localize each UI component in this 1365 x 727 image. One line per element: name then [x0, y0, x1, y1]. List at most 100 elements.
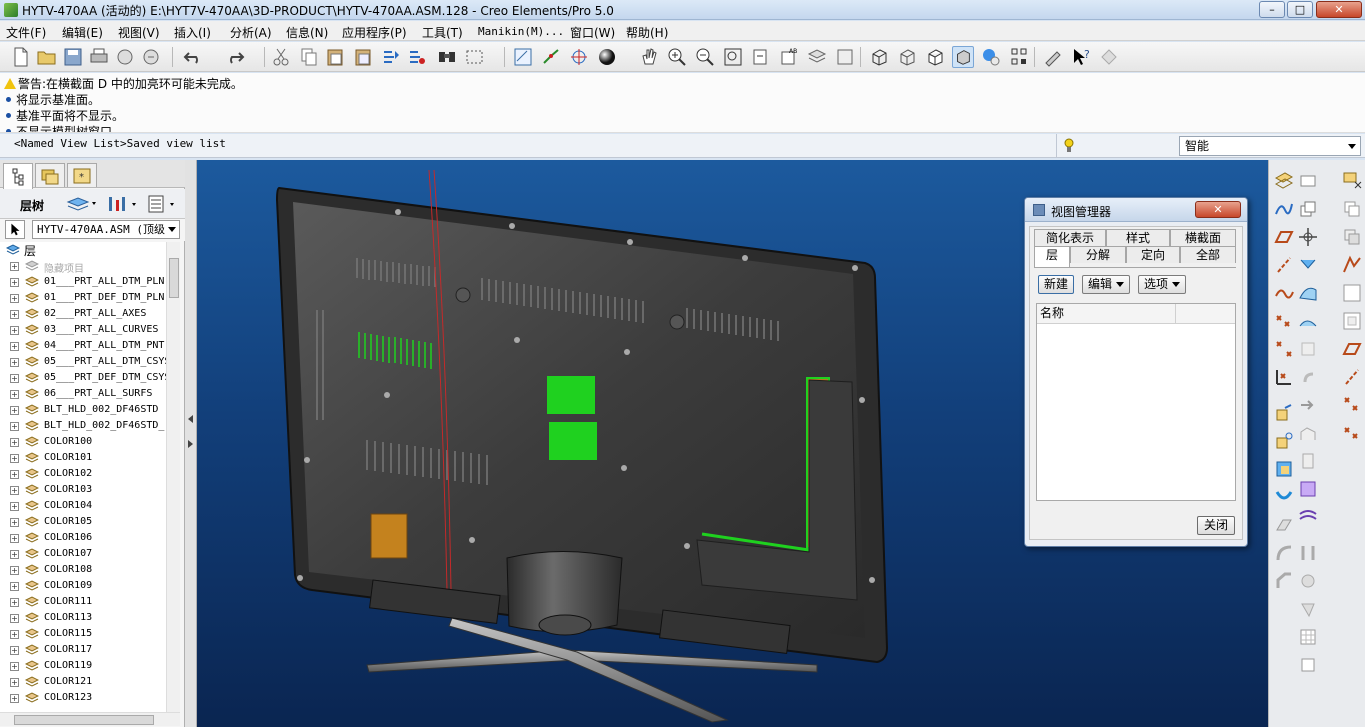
expand-icon[interactable]: + — [10, 534, 19, 543]
hidden-line-icon[interactable] — [896, 46, 918, 68]
dialog-close-button[interactable]: ✕ — [1195, 201, 1241, 218]
move-icon[interactable] — [1297, 226, 1319, 248]
layer-tree-row[interactable]: + COLOR117 — [0, 642, 166, 658]
layer-tree-row[interactable]: +01___PRT_DEF_DTM_PLN — [0, 290, 166, 306]
offset-point-icon[interactable] — [1273, 338, 1295, 360]
layer-tree-row[interactable]: + COLOR119 — [0, 658, 166, 674]
minimize-button[interactable]: – — [1259, 1, 1285, 18]
menu-help[interactable]: 帮助(H) — [626, 24, 668, 41]
tab-model-tree[interactable] — [3, 163, 33, 189]
close-button[interactable]: 关闭 — [1197, 516, 1235, 535]
sweep-icon[interactable] — [1273, 458, 1295, 480]
refit-icon[interactable] — [722, 46, 744, 68]
datum-axes-icon[interactable] — [540, 46, 562, 68]
layer-tree-row[interactable]: +02___PRT_ALL_AXES — [0, 306, 166, 322]
rib-icon[interactable] — [1297, 366, 1319, 388]
annotation-icon[interactable] — [1042, 46, 1064, 68]
point-set-icon[interactable] — [1341, 394, 1363, 416]
pan-hand-icon[interactable] — [638, 46, 660, 68]
tab-style[interactable]: 样式 — [1106, 229, 1170, 246]
selection-filter-dropdown[interactable]: 智能 — [1179, 136, 1361, 156]
sketch-curve-icon[interactable] — [1273, 198, 1295, 220]
datum-display-icon[interactable] — [1008, 46, 1030, 68]
layer-tree-row[interactable]: +05___PRT_ALL_DTM_CSYS — [0, 354, 166, 370]
layer-tree-row[interactable]: + 隐藏项目 — [0, 258, 166, 275]
expand-icon[interactable]: + — [10, 438, 19, 447]
analysis-icon[interactable] — [1341, 254, 1363, 276]
menu-analysis[interactable]: 分析(A) — [230, 24, 272, 41]
layer-tree-row[interactable]: + COLOR105 — [0, 514, 166, 530]
layer-tree-row[interactable]: + COLOR102 — [0, 466, 166, 482]
layer-tree-row[interactable]: + BLT_HLD_002_DF46STD — [0, 402, 166, 418]
tab-favorites[interactable]: * — [67, 163, 97, 187]
expand-icon[interactable]: + — [10, 342, 19, 351]
menu-tools[interactable]: 工具(T) — [422, 24, 463, 41]
enhanced-realism-icon[interactable] — [980, 46, 1002, 68]
expand-icon[interactable]: + — [10, 454, 19, 463]
expand-icon[interactable]: + — [10, 518, 19, 527]
model-select-dropdown[interactable]: HYTV-470AA.ASM (顶级 — [32, 220, 180, 239]
layer-tree-row[interactable]: +01___PRT_ALL_DTM_PLN — [0, 274, 166, 290]
select-box-icon[interactable] — [464, 46, 486, 68]
draft-icon[interactable] — [1297, 394, 1319, 416]
no-hidden-icon[interactable] — [924, 46, 946, 68]
context-help-icon[interactable]: ? — [1070, 46, 1092, 68]
datum-point-icon[interactable] — [1273, 310, 1295, 332]
expand-icon[interactable]: + — [10, 262, 19, 271]
layer-tree-row[interactable]: + COLOR107 — [0, 546, 166, 562]
scrollbar-thumb[interactable] — [14, 715, 154, 725]
named-view-list[interactable]: <Named View List>Saved view list — [14, 137, 226, 150]
shell-icon[interactable] — [1297, 338, 1319, 360]
round-icon[interactable] — [1273, 542, 1295, 564]
layer-tree-row[interactable]: + COLOR100 — [0, 434, 166, 450]
expand-icon[interactable]: + — [10, 326, 19, 335]
expand-icon[interactable]: + — [10, 374, 19, 383]
close-window-button[interactable]: ✕ — [1316, 1, 1362, 18]
split-icon[interactable] — [1297, 542, 1319, 564]
layer-settings-icon[interactable] — [146, 194, 180, 214]
scrollbar-thumb[interactable] — [169, 258, 179, 298]
layer-tools-icon[interactable] — [106, 194, 140, 214]
expand-icon[interactable]: + — [10, 566, 19, 575]
menu-view[interactable]: 视图(V) — [118, 24, 160, 41]
wireframe-icon[interactable] — [868, 46, 890, 68]
menu-window[interactable]: 窗口(W) — [570, 24, 615, 41]
open-folder-icon[interactable] — [36, 46, 58, 68]
copy-icon[interactable] — [298, 46, 320, 68]
hole-icon[interactable] — [1273, 514, 1295, 536]
tree-horizontal-scrollbar[interactable] — [0, 712, 180, 726]
expand-icon[interactable]: + — [10, 550, 19, 559]
menu-file[interactable]: 文件(F) — [6, 24, 46, 41]
tab-folder-browser[interactable] — [35, 163, 65, 187]
tab-all[interactable]: 全部 — [1180, 246, 1236, 263]
edit-dropdown-button[interactable]: 编辑 — [1082, 275, 1130, 294]
layer-tree-row[interactable]: + COLOR103 — [0, 482, 166, 498]
regenerate-icon[interactable] — [380, 46, 402, 68]
redo-icon[interactable] — [224, 46, 246, 68]
datum-axis-2-icon[interactable] — [1341, 366, 1363, 388]
layer-tree-row[interactable]: + COLOR115 — [0, 626, 166, 642]
view-manager-icon[interactable] — [834, 46, 856, 68]
layer-tree-row[interactable]: +06___PRT_ALL_SURFS — [0, 386, 166, 402]
collapse-left-icon[interactable] — [188, 415, 193, 423]
datum-plane-2-icon[interactable] — [1341, 310, 1363, 332]
expand-right-icon[interactable] — [188, 440, 193, 448]
section-icon[interactable] — [1341, 282, 1363, 304]
layer-tree-row[interactable]: + COLOR109 — [0, 578, 166, 594]
layer-tree-row[interactable]: + COLOR106 — [0, 530, 166, 546]
regenerate-manager-icon[interactable] — [406, 46, 428, 68]
frame-icon[interactable] — [1297, 654, 1319, 676]
panel-splitter[interactable] — [185, 160, 197, 727]
expand-icon[interactable]: + — [10, 486, 19, 495]
expand-icon[interactable]: + — [10, 422, 19, 431]
copy-feature-icon[interactable] — [1297, 198, 1319, 220]
chamfer-icon[interactable] — [1273, 570, 1295, 592]
zoom-in-icon[interactable] — [666, 46, 688, 68]
layer-display-icon[interactable] — [66, 195, 100, 213]
options-dropdown-button[interactable]: 选项 — [1138, 275, 1186, 294]
save-icon[interactable] — [62, 46, 84, 68]
expand-icon[interactable]: + — [10, 694, 19, 703]
group-icon[interactable] — [1297, 450, 1319, 472]
sketch-view-icon[interactable] — [512, 46, 534, 68]
layer-copy-icon[interactable] — [1341, 226, 1363, 248]
